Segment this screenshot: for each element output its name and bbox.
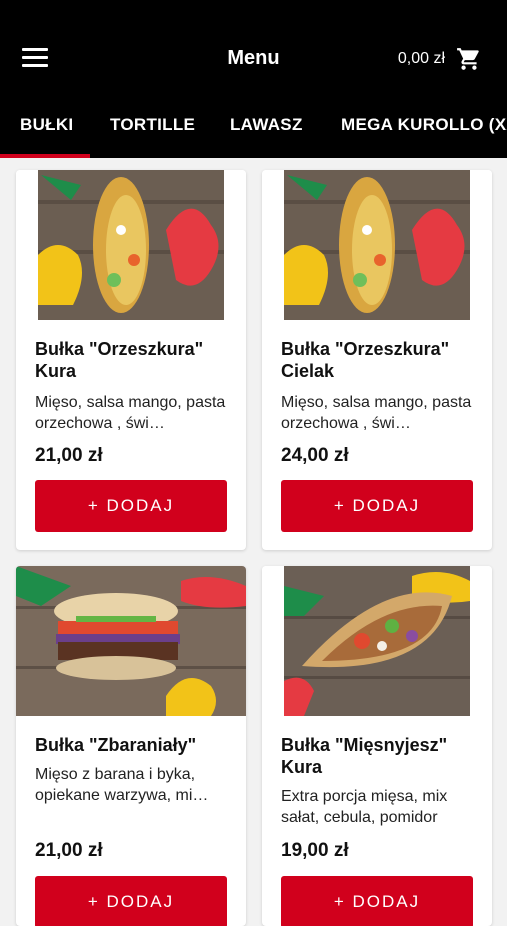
product-description: Extra porcja mięsa, mix sałat, cebula, p… [281, 788, 448, 826]
app-header: Menu 0,00 zł [0, 0, 507, 118]
product-description: Mięso, salsa mango, pasta orzechowa , św… [281, 394, 472, 432]
product-name: Bułka "Zbaraniały" [35, 735, 197, 755]
product-description: Mięso z barana i byka, opiekane warzywa,… [35, 766, 209, 804]
cart-icon[interactable] [456, 46, 482, 72]
product-image [262, 566, 492, 716]
tab-mega-kurollo[interactable]: MEGA KUROLLO (XXL) [341, 115, 507, 135]
product-name: Bułka "Mięsnyjesz" Kura [281, 735, 448, 777]
product-description: Mięso, salsa mango, pasta orzechowa , św… [35, 394, 226, 432]
add-button[interactable]: + DODAJ [281, 480, 473, 532]
product-card[interactable]: Bułka "Orzeszkura" Kura Mięso, salsa man… [16, 170, 246, 550]
product-price: 21,00 zł [35, 445, 103, 466]
product-card[interactable]: Bułka "Zbaraniały" Mięso z barana i byka… [16, 566, 246, 926]
tab-tortille[interactable]: TORTILLE [110, 115, 195, 135]
add-button[interactable]: + DODAJ [281, 876, 473, 926]
tab-bulki[interactable]: BUŁKI [20, 115, 73, 135]
product-name: Bułka "Orzeszkura" Cielak [281, 339, 450, 381]
product-card[interactable]: Bułka "Mięsnyjesz" Kura Extra porcja mię… [262, 566, 492, 926]
product-price: 19,00 zł [281, 840, 349, 861]
product-image [16, 566, 246, 716]
product-card[interactable]: Bułka "Orzeszkura" Cielak Mięso, salsa m… [262, 170, 492, 550]
tab-lawasz[interactable]: LAWASZ [230, 115, 303, 135]
add-button[interactable]: + DODAJ [35, 480, 227, 532]
product-grid: Bułka "Orzeszkura" Kura Mięso, salsa man… [0, 158, 507, 926]
cart-total[interactable]: 0,00 zł [398, 50, 445, 68]
add-button[interactable]: + DODAJ [35, 876, 227, 926]
product-name: Bułka "Orzeszkura" Kura [35, 339, 204, 381]
product-price: 21,00 zł [35, 840, 103, 861]
product-price: 24,00 zł [281, 445, 349, 466]
product-image [16, 170, 246, 320]
product-image [262, 170, 492, 320]
category-tabs: BUŁKI TORTILLE LAWASZ MEGA KUROLLO (XXL) [0, 104, 507, 158]
